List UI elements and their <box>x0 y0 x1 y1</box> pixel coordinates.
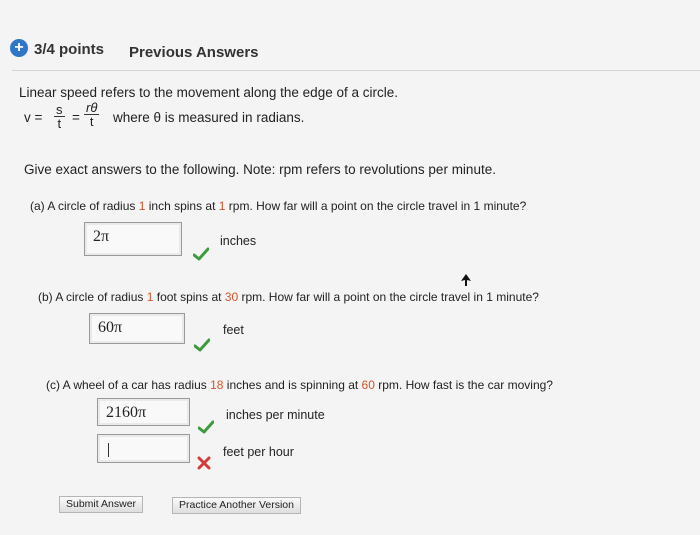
rpm-value: 60 <box>361 378 375 392</box>
incorrect-x-icon <box>197 456 211 470</box>
part-a-question: (a) A circle of radius 1 inch spins at 1… <box>30 199 526 213</box>
fraction-s-over-t: s t <box>54 103 65 130</box>
fraction-denominator: t <box>89 114 94 129</box>
header-divider <box>12 70 700 71</box>
part-c-question: (c) A wheel of a car has radius 18 inche… <box>46 378 553 392</box>
part-b-answer-input[interactable]: 60π <box>89 313 185 344</box>
part-c-answer-input-2[interactable] <box>97 434 190 463</box>
fraction-numerator: s <box>54 102 65 117</box>
previous-answers-link[interactable]: Previous Answers <box>129 44 259 61</box>
text-caret <box>108 443 109 457</box>
part-a-answer-input[interactable]: 2π <box>84 222 182 256</box>
radius-value: 18 <box>210 378 224 392</box>
rpm-value: 30 <box>224 290 239 304</box>
question-text: rpm. How far will a point on the circle … <box>225 199 527 213</box>
part-c-unit-2: feet per hour <box>223 445 294 459</box>
question-text: inches and is spinning at <box>223 378 362 392</box>
expand-plus-icon[interactable]: + <box>10 39 28 57</box>
question-text: (a) A circle of radius <box>30 199 139 213</box>
formula-where-text: where θ is measured in radians. <box>113 110 305 125</box>
part-b-question: (b) A circle of radius 1 foot spins at 3… <box>38 290 539 304</box>
instructions-text: Give exact answers to the following. Not… <box>24 162 496 177</box>
formula-v-eq: v = <box>24 110 43 125</box>
question-text: (c) A wheel of a car has radius <box>46 378 211 392</box>
score-label: 3/4 points <box>34 41 105 58</box>
mouse-cursor-icon <box>461 274 471 286</box>
part-c-answer-input-1[interactable]: 2160π <box>97 398 190 426</box>
question-text: (b) A circle of radius <box>38 290 147 304</box>
fraction-denominator: t <box>57 116 62 131</box>
practice-another-version-button[interactable]: Practice Another Version <box>172 497 301 514</box>
part-c-unit-1: inches per minute <box>226 408 325 422</box>
question-text: rpm. How far will a point on the circle … <box>238 290 539 304</box>
part-a-unit: inches <box>220 234 257 248</box>
fraction-numerator: rθ <box>84 100 100 115</box>
formula-equals: = <box>72 110 80 125</box>
part-b-unit: feet <box>223 323 244 337</box>
correct-check-icon <box>193 247 209 261</box>
question-text: foot spins at <box>153 290 225 304</box>
question-text: rpm. How fast is the car moving? <box>374 378 553 392</box>
correct-check-icon <box>198 420 214 434</box>
submit-answer-button[interactable]: Submit Answer <box>59 496 144 513</box>
fraction-rtheta-over-t: rθ t <box>84 100 100 129</box>
correct-check-icon <box>194 338 210 352</box>
question-text: inch spins at <box>145 199 219 213</box>
intro-text: Linear speed refers to the movement alon… <box>19 85 398 100</box>
question-panel: + 3/4 points Previous Answers Linear spe… <box>0 0 700 535</box>
